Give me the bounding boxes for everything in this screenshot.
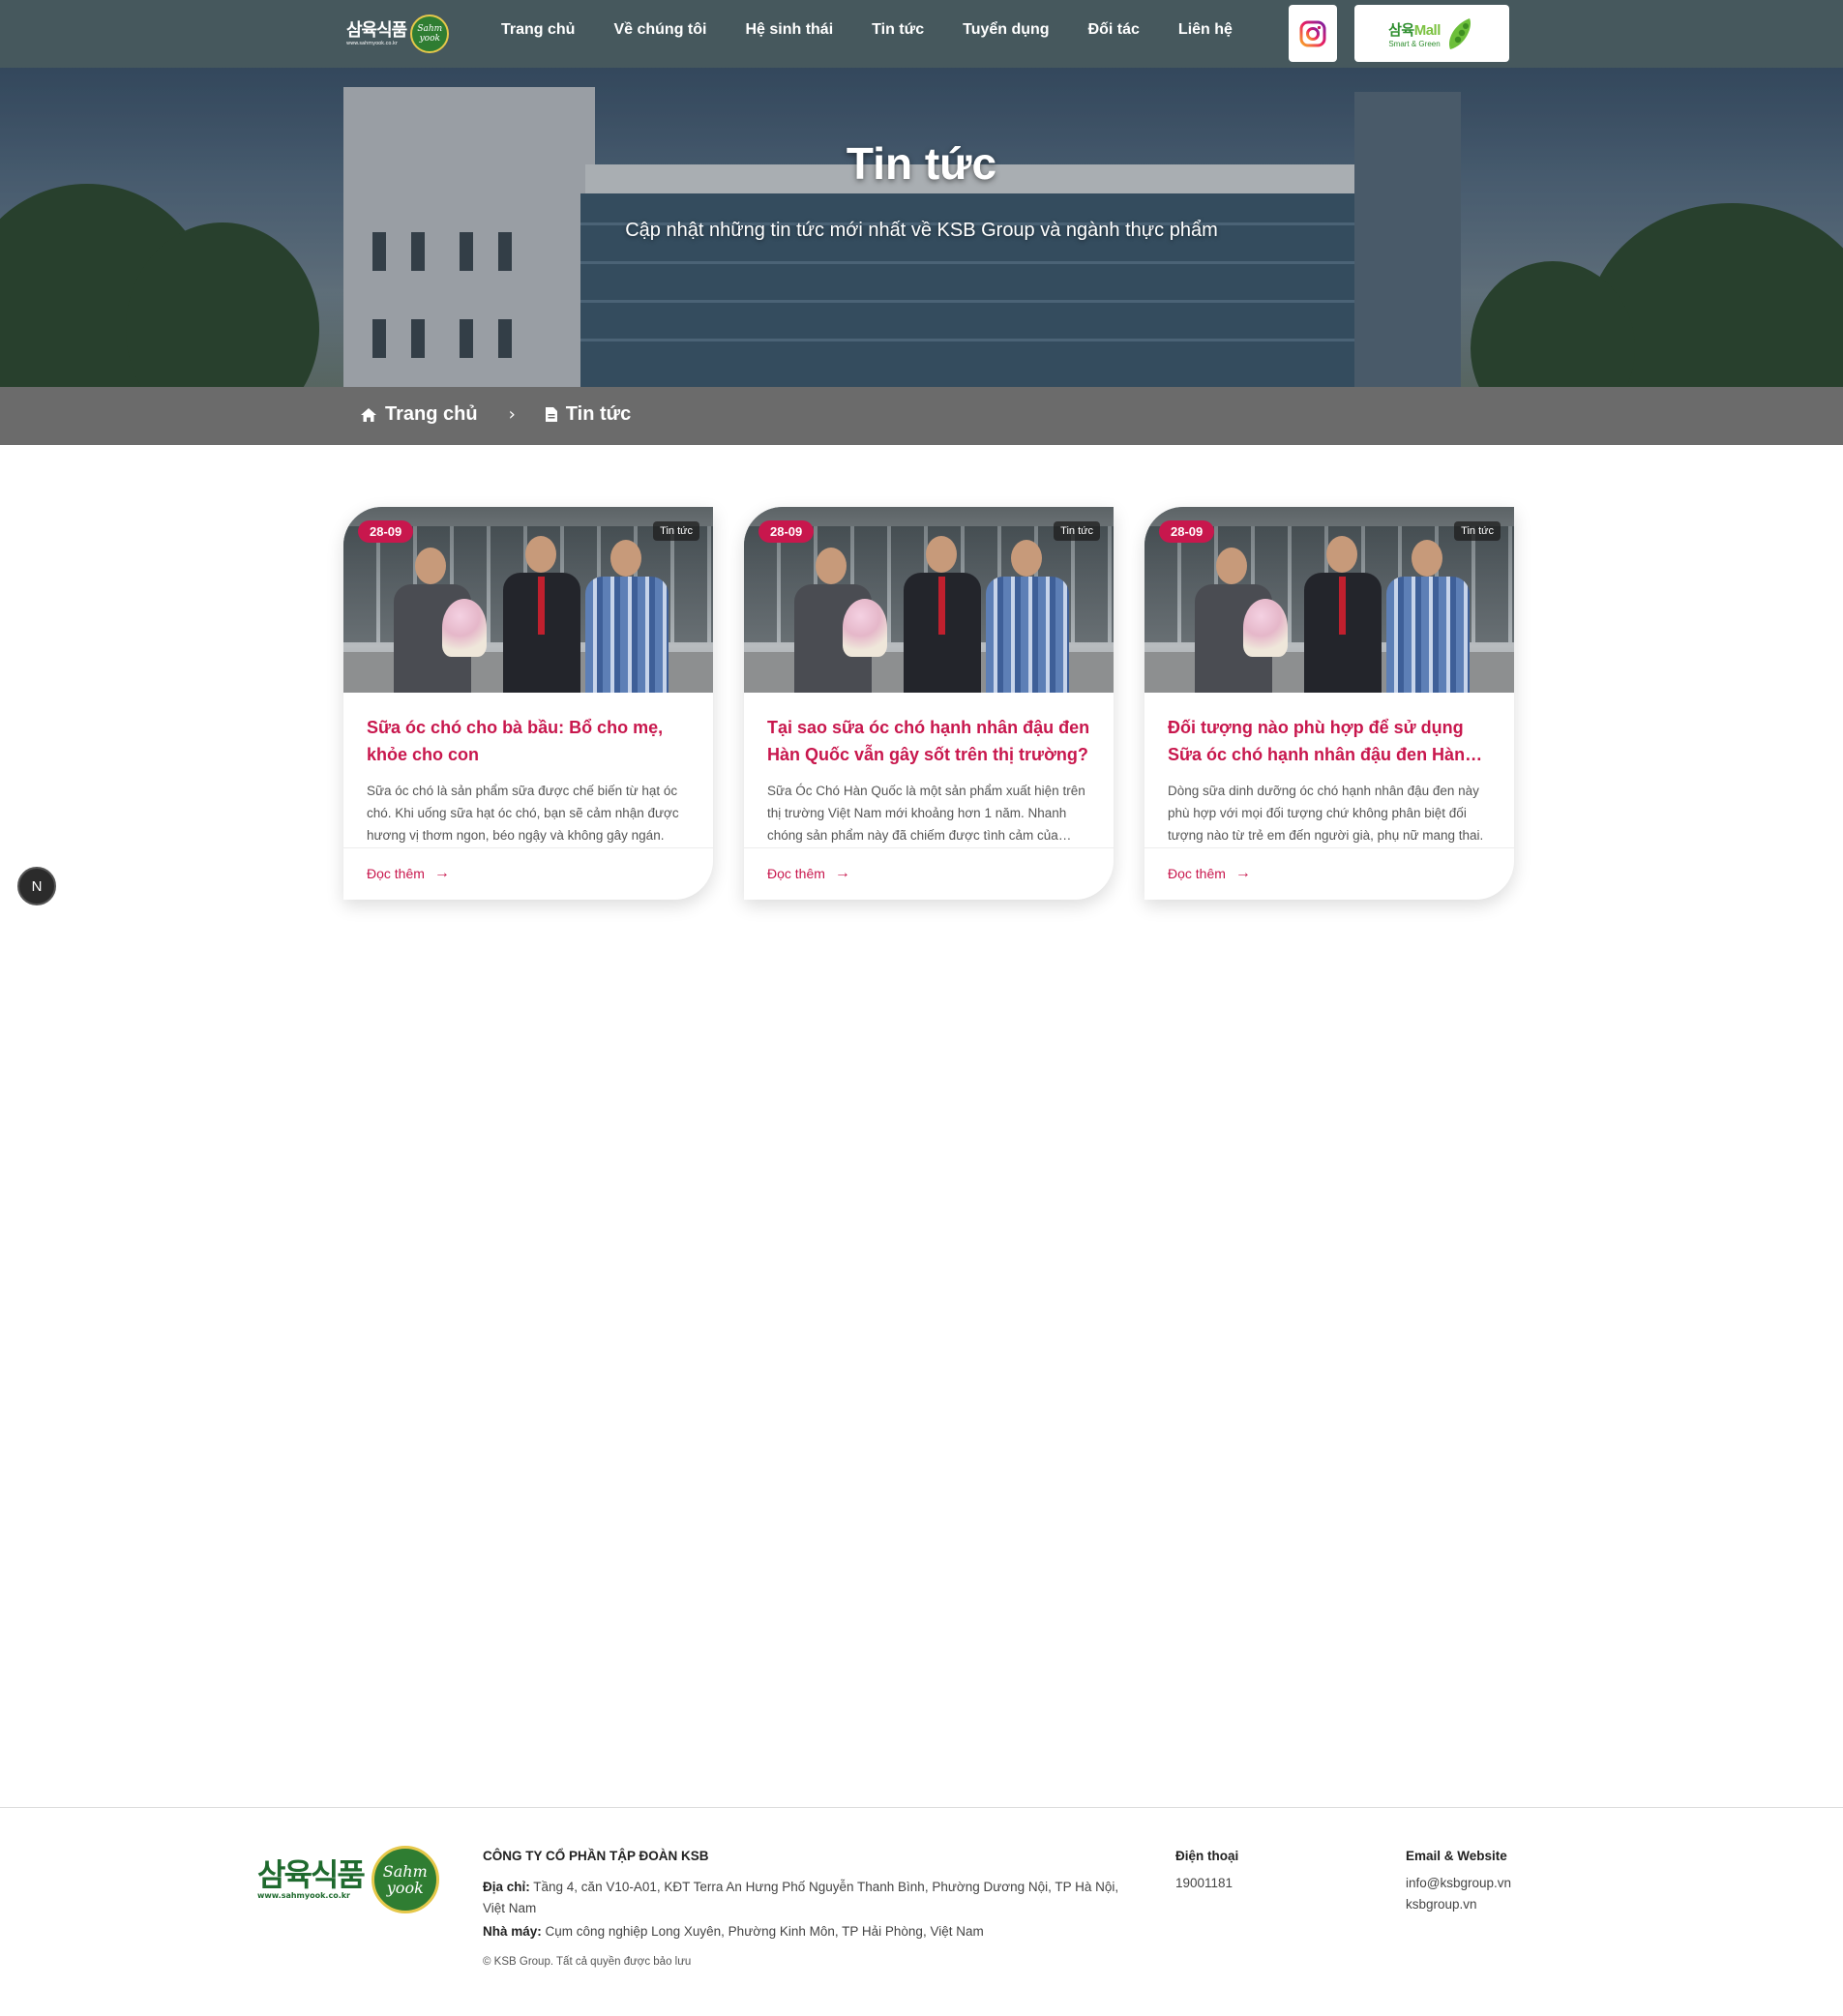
photo-person — [585, 530, 669, 693]
category-badge: Tin tức — [1454, 521, 1501, 541]
read-more-link[interactable]: Đọc thêm → — [367, 865, 450, 882]
news-card[interactable]: 28-09 Tin tức Sữa óc chó cho bà bầu: Bổ … — [343, 507, 713, 900]
footer-phone[interactable]: 19001181 — [1175, 1873, 1233, 1894]
footer-email[interactable]: info@ksbgroup.vn — [1406, 1873, 1511, 1894]
instagram-button[interactable] — [1289, 5, 1337, 62]
news-card-image[interactable]: 28-09 Tin tức — [343, 507, 713, 693]
arrow-right-icon: → — [1234, 865, 1251, 881]
arrow-right-icon: → — [834, 865, 850, 881]
footer-factory-text: Cụm công nghiệp Long Xuyên, Phường Kinh … — [545, 1924, 984, 1939]
breadcrumb-trail: Trang chủ › Tin tức — [360, 403, 631, 426]
photo-person — [986, 530, 1069, 693]
nav-item-careers[interactable]: Tuyển dụng — [963, 21, 1049, 39]
nav-item-ecosystem[interactable]: Hệ sinh thái — [745, 21, 833, 39]
instagram-icon — [1299, 20, 1326, 46]
footer-address-text: Tầng 4, căn V10-A01, KĐT Terra An Hưng P… — [483, 1880, 1119, 1915]
news-card-excerpt: Sữa Óc Chó Hàn Quốc là một sản phẩm xuất… — [767, 784, 1085, 843]
page-subtitle: Cập nhật những tin tức mới nhất về KSB G… — [625, 220, 1218, 241]
read-more-link[interactable]: Đọc thêm → — [1168, 865, 1251, 882]
footer-logo-korean: 삼육식품 — [257, 1856, 366, 1893]
breadcrumb-home-label: Trang chủ — [385, 403, 478, 425]
nav-item-contact[interactable]: Liên hệ — [1178, 21, 1233, 39]
news-card-image[interactable]: 28-09 Tin tức — [744, 507, 1114, 693]
logo-korean-text: 삼육식품 — [346, 19, 407, 41]
date-badge: 28-09 — [758, 520, 815, 543]
arrow-right-icon: → — [433, 865, 450, 881]
mall-button[interactable]: 삼육Mall Smart & Green — [1354, 5, 1509, 62]
news-card-title[interactable]: Đối tượng nào phù hợp để sử dụng Sữa óc … — [1168, 714, 1493, 768]
breadcrumb-home[interactable]: Trang chủ — [360, 403, 478, 426]
card-divider — [1144, 847, 1514, 848]
news-card-title[interactable]: Tại sao sữa óc chó hạnh nhân đậu đen Hàn… — [767, 714, 1092, 768]
breadcrumb-current: Tin tức — [545, 403, 631, 426]
main-nav: Trang chủ Về chúng tôi Hệ sinh thái Tin … — [501, 21, 1271, 39]
footer-address: Địa chỉ: Tầng 4, căn V10-A01, KĐT Terra … — [483, 1877, 1141, 1919]
home-icon — [360, 406, 377, 424]
hero-banner: Tin tức Cập nhật những tin tức mới nhất … — [0, 68, 1843, 387]
footer-website[interactable]: ksbgroup.vn — [1406, 1894, 1477, 1915]
footer-factory-label: Nhà máy: — [483, 1924, 542, 1939]
pea-pod-icon — [1448, 17, 1471, 49]
logo-badge: Sahm yook — [410, 15, 450, 53]
footer-phone-title: Điện thoại — [1175, 1849, 1239, 1863]
logo-wordmark: 삼육식품 www.sahmyook.co.kr — [346, 19, 407, 47]
photo-person — [1304, 526, 1382, 693]
logo-url-text: www.sahmyook.co.kr — [346, 40, 398, 46]
breadcrumb: Trang chủ › Tin tức — [0, 387, 1843, 445]
nav-item-home[interactable]: Trang chủ — [501, 21, 575, 39]
photo-person — [503, 526, 580, 693]
category-badge: Tin tức — [1054, 521, 1100, 541]
photo-person — [1386, 530, 1470, 693]
read-more-label: Đọc thêm — [367, 866, 425, 881]
footer-address-label: Địa chỉ: — [483, 1880, 530, 1894]
footer-logo[interactable]: 삼육식품 www.sahmyook.co.kr Sahm yook — [257, 1846, 439, 1913]
site-header: 삼육식품 www.sahmyook.co.kr Sahm yook Trang … — [0, 0, 1843, 68]
document-icon — [545, 406, 558, 423]
nav-item-news[interactable]: Tin tức — [872, 21, 924, 39]
footer-email-title: Email & Website — [1406, 1849, 1507, 1863]
page-title: Tin tức — [846, 138, 997, 189]
read-more-label: Đọc thêm — [767, 866, 825, 881]
read-more-link[interactable]: Đọc thêm → — [767, 865, 850, 882]
mall-name-english: Mall — [1413, 21, 1442, 39]
mall-tagline: Smart & Green — [1388, 39, 1441, 48]
news-card-title[interactable]: Sữa óc chó cho bà bầu: Bổ cho mẹ, khỏe c… — [367, 714, 692, 768]
photo-bouquet — [843, 599, 887, 657]
news-card-image[interactable]: 28-09 Tin tức — [1144, 507, 1514, 693]
date-badge: 28-09 — [1159, 520, 1215, 543]
nav-item-about[interactable]: Về chúng tôi — [613, 21, 706, 39]
news-card-excerpt: Dòng sữa dinh dưỡng óc chó hạnh nhân đậu… — [1168, 784, 1484, 843]
news-card-excerpt: Sữa óc chó là sản phẩm sữa được chế biến… — [367, 784, 679, 843]
mall-name: 삼육Mall — [1388, 19, 1441, 40]
footer-company-name: CÔNG TY CỔ PHẦN TẬP ĐOÀN KSB — [483, 1849, 709, 1863]
footer-copyright: © KSB Group. Tất cả quyền được bảo lưu — [483, 1956, 692, 1968]
breadcrumb-separator: › — [508, 404, 516, 425]
mall-wordmark: 삼육Mall Smart & Green — [1388, 19, 1441, 48]
footer-factory: Nhà máy: Cụm công nghiệp Long Xuyên, Phư… — [483, 1924, 1141, 1939]
photo-bouquet — [442, 599, 487, 657]
brand-logo[interactable]: 삼육식품 www.sahmyook.co.kr Sahm yook — [346, 12, 458, 56]
card-divider — [343, 847, 713, 848]
footer-logo-wordmark: 삼육식품 www.sahmyook.co.kr — [257, 1856, 366, 1901]
nav-item-partners[interactable]: Đối tác — [1088, 21, 1140, 39]
footer-logo-badge: Sahm yook — [371, 1846, 439, 1913]
photo-person — [904, 526, 981, 693]
footer-divider — [0, 1807, 1843, 1808]
footer-logo-url: www.sahmyook.co.kr — [257, 1891, 350, 1900]
date-badge: 28-09 — [358, 520, 414, 543]
photo-bouquet — [1243, 599, 1288, 657]
card-divider — [744, 847, 1114, 848]
news-card[interactable]: 28-09 Tin tức Đối tượng nào phù hợp để s… — [1144, 507, 1514, 900]
news-card[interactable]: 28-09 Tin tức Tại sao sữa óc chó hạnh nh… — [744, 507, 1114, 900]
mall-name-korean: 삼육 — [1388, 21, 1414, 39]
floating-n-button[interactable]: N — [17, 867, 56, 905]
category-badge: Tin tức — [653, 521, 699, 541]
read-more-label: Đọc thêm — [1168, 866, 1226, 881]
breadcrumb-current-label: Tin tức — [565, 403, 632, 425]
